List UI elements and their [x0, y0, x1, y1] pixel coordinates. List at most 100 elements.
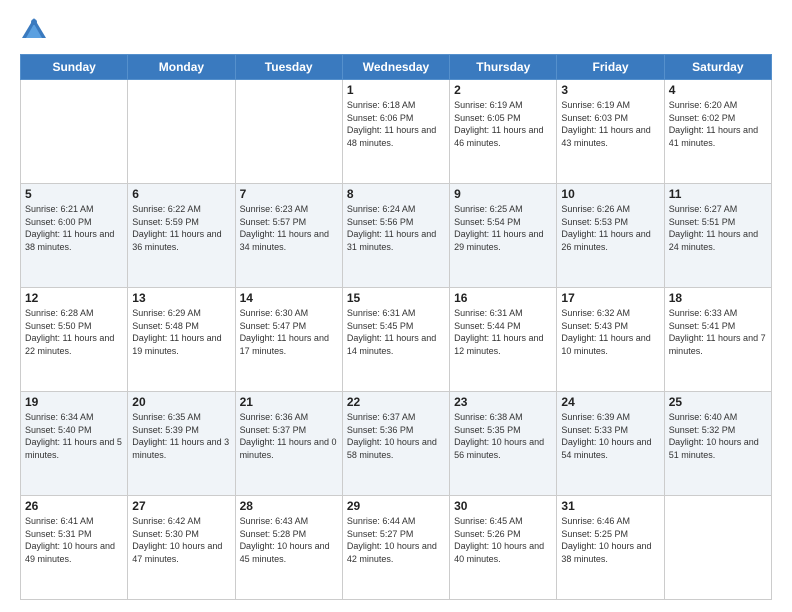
day-info: Sunrise: 6:34 AM Sunset: 5:40 PM Dayligh…: [25, 411, 123, 461]
day-info: Sunrise: 6:33 AM Sunset: 5:41 PM Dayligh…: [669, 307, 767, 357]
day-number: 14: [240, 291, 338, 305]
day-info: Sunrise: 6:21 AM Sunset: 6:00 PM Dayligh…: [25, 203, 123, 253]
day-info: Sunrise: 6:31 AM Sunset: 5:45 PM Dayligh…: [347, 307, 445, 357]
calendar-day-cell: 27Sunrise: 6:42 AM Sunset: 5:30 PM Dayli…: [128, 496, 235, 600]
day-number: 12: [25, 291, 123, 305]
day-info: Sunrise: 6:23 AM Sunset: 5:57 PM Dayligh…: [240, 203, 338, 253]
calendar-day-cell: 30 Sunrise: 6:45 AM Sunset: 5:26 PM Dayli…: [450, 496, 557, 600]
day-info: Sunrise: 6:44 AM Sunset: 5:27 PM Dayligh…: [347, 515, 445, 565]
day-number: 22: [347, 395, 445, 409]
day-number: 1: [347, 83, 445, 97]
calendar-day-cell: 19 Sunrise: 6:34 AM Sunset: 5:40 PM Dayli…: [21, 392, 128, 496]
calendar-day-cell: 10 Sunrise: 6:26 AM Sunset: 5:53 PM Dayli…: [557, 184, 664, 288]
day-number: 16: [454, 291, 552, 305]
day-info: Sunrise: 6:38 AM Sunset: 5:35 PM Dayligh…: [454, 411, 552, 461]
day-number: 29: [347, 499, 445, 513]
day-info: Sunrise: 6:26 AM Sunset: 5:53 PM Dayligh…: [561, 203, 659, 253]
day-info: Sunrise: 6:40 AM Sunset: 5:32 PM Dayligh…: [669, 411, 767, 461]
day-number: 8: [347, 187, 445, 201]
day-number: 31: [561, 499, 659, 513]
calendar-day-cell: 13Sunrise: 6:29 AM Sunset: 5:48 PM Dayli…: [128, 288, 235, 392]
calendar-day-cell: 2 Sunrise: 6:19 AM Sunset: 6:05 PM Daylig…: [450, 80, 557, 184]
day-info: Sunrise: 6:20 AM Sunset: 6:02 PM Dayligh…: [669, 99, 767, 149]
calendar-day-header: Saturday: [664, 55, 771, 80]
day-number: 10: [561, 187, 659, 201]
day-number: 6: [132, 187, 230, 201]
day-number: 26: [25, 499, 123, 513]
calendar-day-header: Wednesday: [342, 55, 449, 80]
day-info: Sunrise: 6:45 AM Sunset: 5:26 PM Dayligh…: [454, 515, 552, 565]
calendar-day-header: Thursday: [450, 55, 557, 80]
day-info: Sunrise: 6:36 AM Sunset: 5:37 PM Dayligh…: [240, 411, 338, 461]
calendar-day-cell: 29 Sunrise: 6:44 AM Sunset: 5:27 PM Dayli…: [342, 496, 449, 600]
day-number: 25: [669, 395, 767, 409]
day-number: 18: [669, 291, 767, 305]
calendar-day-cell: 26 Sunrise: 6:41 AM Sunset: 5:31 PM Dayli…: [21, 496, 128, 600]
day-info: Sunrise: 6:41 AM Sunset: 5:31 PM Dayligh…: [25, 515, 123, 565]
day-info: Sunrise: 6:29 AM Sunset: 5:48 PM Dayligh…: [132, 307, 230, 357]
calendar-day-cell: 20 Sunrise: 6:35 AM Sunset: 5:39 PM Dayli…: [128, 392, 235, 496]
day-number: 5: [25, 187, 123, 201]
calendar-day-cell: 16 Sunrise: 6:31 AM Sunset: 5:44 PM Dayli…: [450, 288, 557, 392]
calendar-day-cell: 17 Sunrise: 6:32 AM Sunset: 5:43 PM Dayli…: [557, 288, 664, 392]
calendar-day-cell: 6 Sunrise: 6:22 AM Sunset: 5:59 PM Daylig…: [128, 184, 235, 288]
calendar-week-row: 1 Sunrise: 6:18 AM Sunset: 6:06 PM Daylig…: [21, 80, 772, 184]
page: SundayMondayTuesdayWednesdayThursdayFrid…: [0, 0, 792, 612]
day-info: Sunrise: 6:18 AM Sunset: 6:06 PM Dayligh…: [347, 99, 445, 149]
day-number: 24: [561, 395, 659, 409]
calendar-day-cell: 1 Sunrise: 6:18 AM Sunset: 6:06 PM Daylig…: [342, 80, 449, 184]
day-info: Sunrise: 6:30 AM Sunset: 5:47 PM Dayligh…: [240, 307, 338, 357]
day-number: 19: [25, 395, 123, 409]
day-info: Sunrise: 6:32 AM Sunset: 5:43 PM Dayligh…: [561, 307, 659, 357]
day-number: 9: [454, 187, 552, 201]
calendar-day-header: Monday: [128, 55, 235, 80]
calendar-day-cell: 12 Sunrise: 6:28 AM Sunset: 5:50 PM Dayli…: [21, 288, 128, 392]
calendar-day-cell: 8 Sunrise: 6:24 AM Sunset: 5:56 PM Daylig…: [342, 184, 449, 288]
day-info: Sunrise: 6:22 AM Sunset: 5:59 PM Dayligh…: [132, 203, 230, 253]
day-number: 23: [454, 395, 552, 409]
day-info: Sunrise: 6:31 AM Sunset: 5:44 PM Dayligh…: [454, 307, 552, 357]
calendar-day-cell: 22Sunrise: 6:37 AM Sunset: 5:36 PM Dayli…: [342, 392, 449, 496]
calendar-day-cell: 18 Sunrise: 6:33 AM Sunset: 5:41 PM Dayli…: [664, 288, 771, 392]
day-number: 11: [669, 187, 767, 201]
calendar-day-header: Friday: [557, 55, 664, 80]
calendar-day-cell: 28Sunrise: 6:43 AM Sunset: 5:28 PM Dayli…: [235, 496, 342, 600]
calendar-day-cell: 9 Sunrise: 6:25 AM Sunset: 5:54 PM Daylig…: [450, 184, 557, 288]
day-info: Sunrise: 6:46 AM Sunset: 5:25 PM Dayligh…: [561, 515, 659, 565]
calendar-day-cell: [21, 80, 128, 184]
logo: [20, 16, 52, 44]
day-info: Sunrise: 6:19 AM Sunset: 6:03 PM Dayligh…: [561, 99, 659, 149]
calendar-week-row: 26 Sunrise: 6:41 AM Sunset: 5:31 PM Dayli…: [21, 496, 772, 600]
calendar-day-header: Tuesday: [235, 55, 342, 80]
day-info: Sunrise: 6:35 AM Sunset: 5:39 PM Dayligh…: [132, 411, 230, 461]
calendar-day-cell: [235, 80, 342, 184]
calendar-table: SundayMondayTuesdayWednesdayThursdayFrid…: [20, 54, 772, 600]
calendar-header-row: SundayMondayTuesdayWednesdayThursdayFrid…: [21, 55, 772, 80]
day-number: 15: [347, 291, 445, 305]
day-info: Sunrise: 6:42 AM Sunset: 5:30 PM Dayligh…: [132, 515, 230, 565]
day-info: Sunrise: 6:25 AM Sunset: 5:54 PM Dayligh…: [454, 203, 552, 253]
calendar-day-cell: 3Sunrise: 6:19 AM Sunset: 6:03 PM Daylig…: [557, 80, 664, 184]
day-number: 7: [240, 187, 338, 201]
day-info: Sunrise: 6:27 AM Sunset: 5:51 PM Dayligh…: [669, 203, 767, 253]
calendar-week-row: 12 Sunrise: 6:28 AM Sunset: 5:50 PM Dayli…: [21, 288, 772, 392]
calendar-day-cell: 4 Sunrise: 6:20 AM Sunset: 6:02 PM Daylig…: [664, 80, 771, 184]
day-number: 4: [669, 83, 767, 97]
calendar-day-cell: [664, 496, 771, 600]
logo-icon: [20, 16, 48, 44]
calendar-day-cell: 7 Sunrise: 6:23 AM Sunset: 5:57 PM Daylig…: [235, 184, 342, 288]
calendar-week-row: 19 Sunrise: 6:34 AM Sunset: 5:40 PM Dayli…: [21, 392, 772, 496]
day-info: Sunrise: 6:19 AM Sunset: 6:05 PM Dayligh…: [454, 99, 552, 149]
day-number: 28: [240, 499, 338, 513]
calendar-day-cell: 11 Sunrise: 6:27 AM Sunset: 5:51 PM Dayli…: [664, 184, 771, 288]
day-info: Sunrise: 6:28 AM Sunset: 5:50 PM Dayligh…: [25, 307, 123, 357]
day-info: Sunrise: 6:24 AM Sunset: 5:56 PM Dayligh…: [347, 203, 445, 253]
header: [20, 16, 772, 44]
day-number: 30: [454, 499, 552, 513]
day-number: 2: [454, 83, 552, 97]
calendar-day-cell: 21Sunrise: 6:36 AM Sunset: 5:37 PM Dayli…: [235, 392, 342, 496]
day-info: Sunrise: 6:39 AM Sunset: 5:33 PM Dayligh…: [561, 411, 659, 461]
day-number: 17: [561, 291, 659, 305]
day-number: 20: [132, 395, 230, 409]
calendar-day-header: Sunday: [21, 55, 128, 80]
